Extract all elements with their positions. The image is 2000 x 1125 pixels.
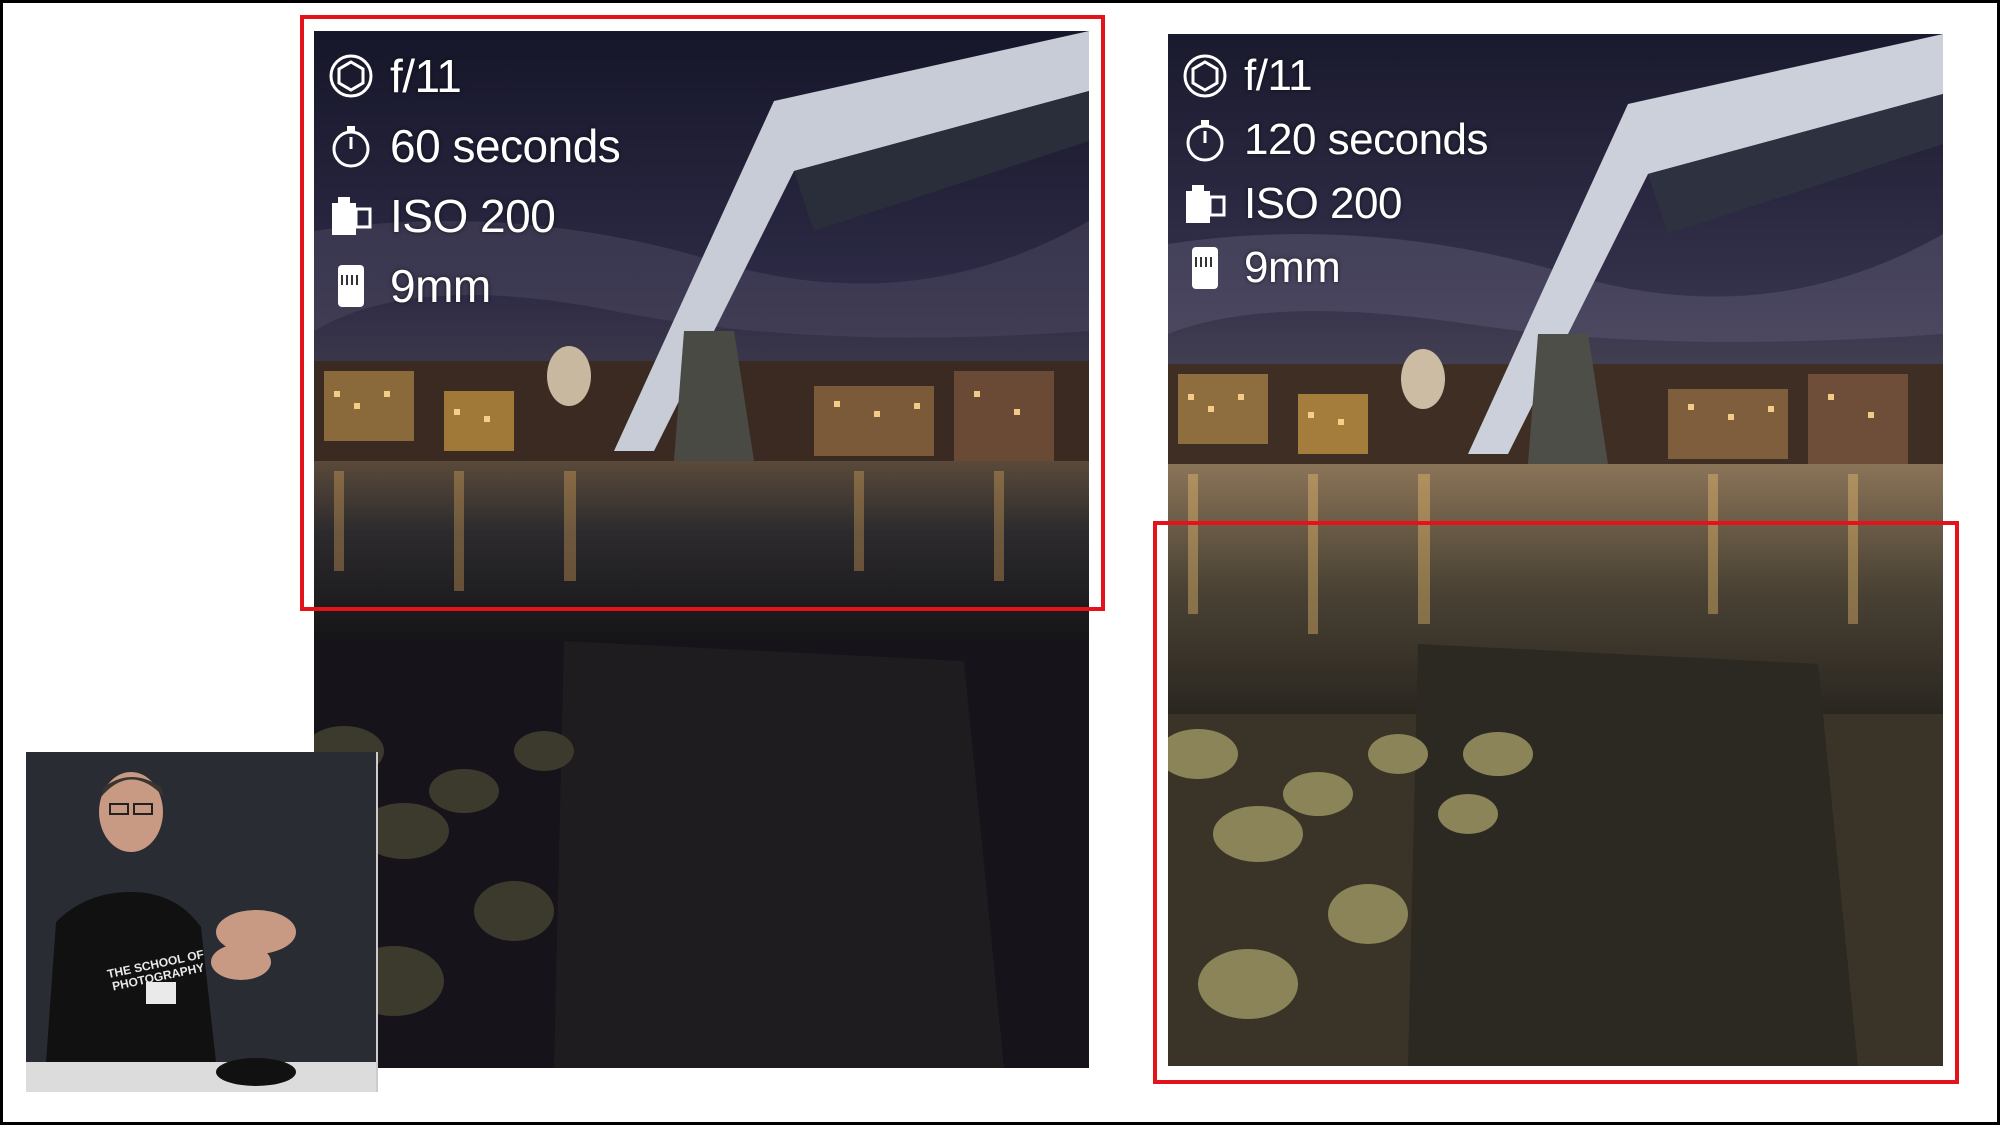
aperture-setting: f/11 [1182,44,1488,108]
film-canister-icon [1182,181,1228,227]
focal-length-setting: 9mm [1182,236,1488,300]
focal-length-value: 9mm [1244,243,1341,292]
iso-setting: ISO 200 [1182,172,1488,236]
shutter-setting: 120 seconds [1182,108,1489,172]
aperture-value: f/11 [1244,51,1313,100]
shutter-value: 120 seconds [1244,115,1489,164]
right-camera-settings: f/11 120 seconds ISO 200 9mm [1182,44,1489,300]
presenter-scene [26,752,376,1092]
aperture-icon [1182,53,1228,99]
stopwatch-icon [1182,117,1228,163]
iso-value: ISO 200 [1244,179,1402,228]
highlight-frame-left [300,15,1105,611]
highlight-frame-right [1153,521,1959,1084]
lens-icon [1182,245,1228,291]
presenter-video: THE SCHOOL OF PHOTOGRAPHY [26,752,378,1092]
